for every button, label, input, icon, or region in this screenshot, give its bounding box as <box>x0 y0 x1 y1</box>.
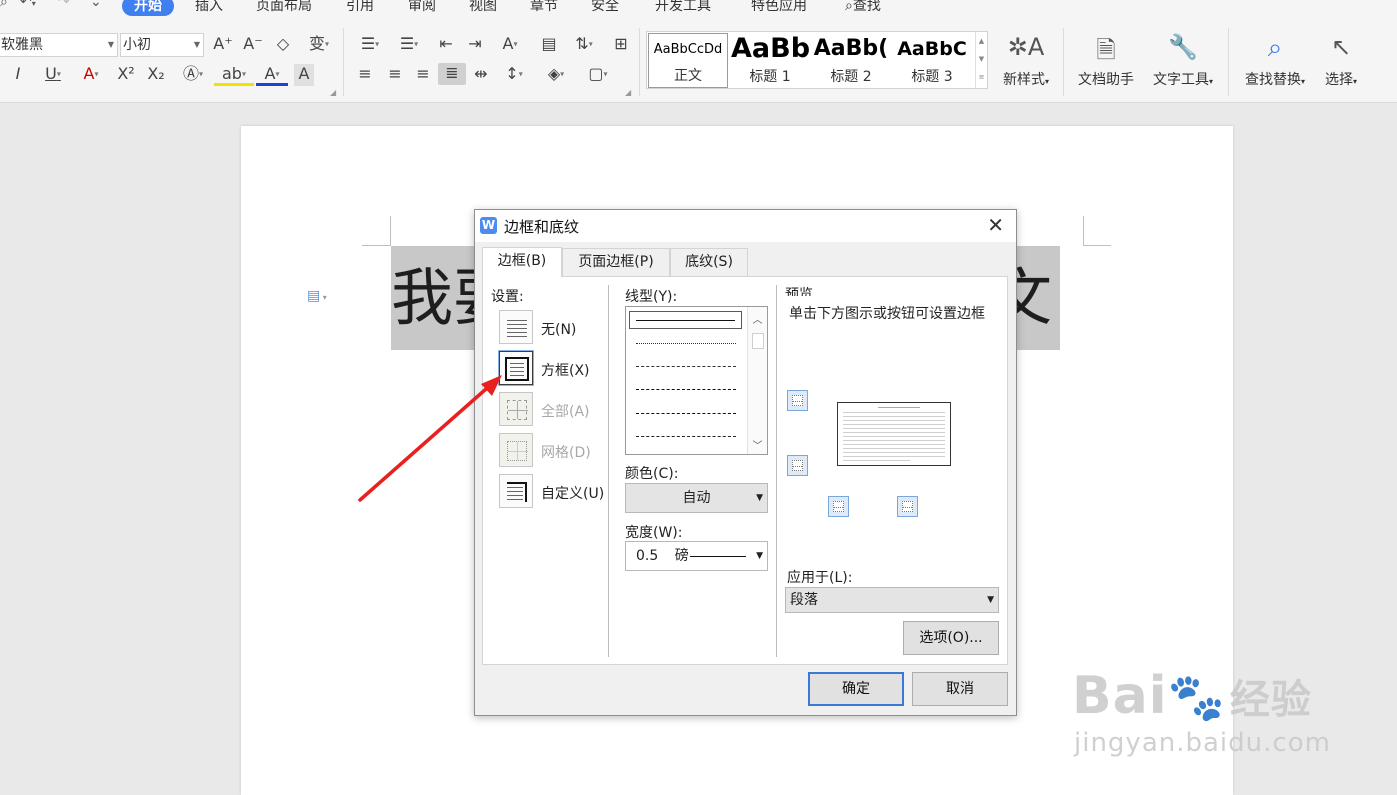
tab-borders[interactable]: 边框(B) <box>482 247 562 277</box>
baidu-watermark-logo: Bai🐾 经验 <box>1072 666 1312 726</box>
baidu-watermark-url: jingyan.baidu.com <box>1074 728 1331 758</box>
paw-icon: 🐾 <box>1167 670 1226 724</box>
